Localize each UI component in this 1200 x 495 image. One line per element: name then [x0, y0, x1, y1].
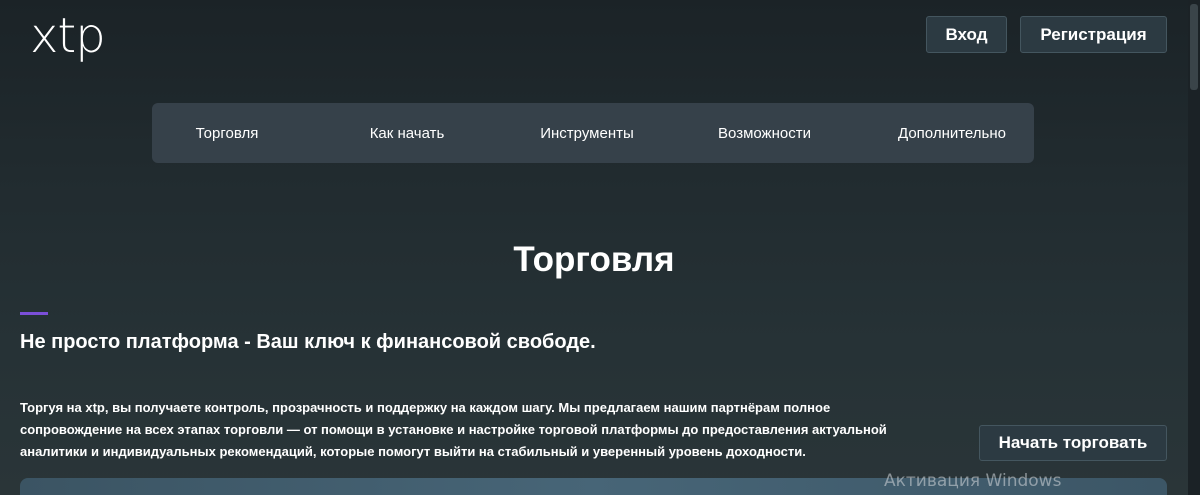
login-button[interactable]: Вход — [926, 16, 1007, 53]
nav-item-how-to-start[interactable]: Как начать — [352, 103, 462, 163]
nav-item-features[interactable]: Возможности — [702, 103, 827, 163]
section-subtitle: Не просто платформа - Ваш ключ к финансо… — [20, 331, 596, 353]
accent-divider — [20, 312, 48, 315]
page-title: Торговля — [513, 240, 675, 279]
nav-item-more[interactable]: Дополнительно — [887, 103, 1017, 163]
nav-item-trading[interactable]: Торговля — [172, 103, 282, 163]
scrollbar[interactable] — [1188, 0, 1200, 495]
nav-item-instruments[interactable]: Инструменты — [522, 103, 652, 163]
main-nav: Торговля Как начать Инструменты Возможно… — [152, 103, 1034, 163]
register-button[interactable]: Регистрация — [1020, 16, 1167, 53]
scrollbar-thumb[interactable] — [1190, 4, 1198, 90]
start-trading-button[interactable]: Начать торговать — [979, 425, 1167, 461]
logo[interactable]: xtp — [30, 8, 106, 64]
windows-activation-watermark: Активация Windows — [884, 471, 1062, 491]
section-description: Торгуя на xtp, вы получаете контроль, пр… — [20, 400, 887, 459]
